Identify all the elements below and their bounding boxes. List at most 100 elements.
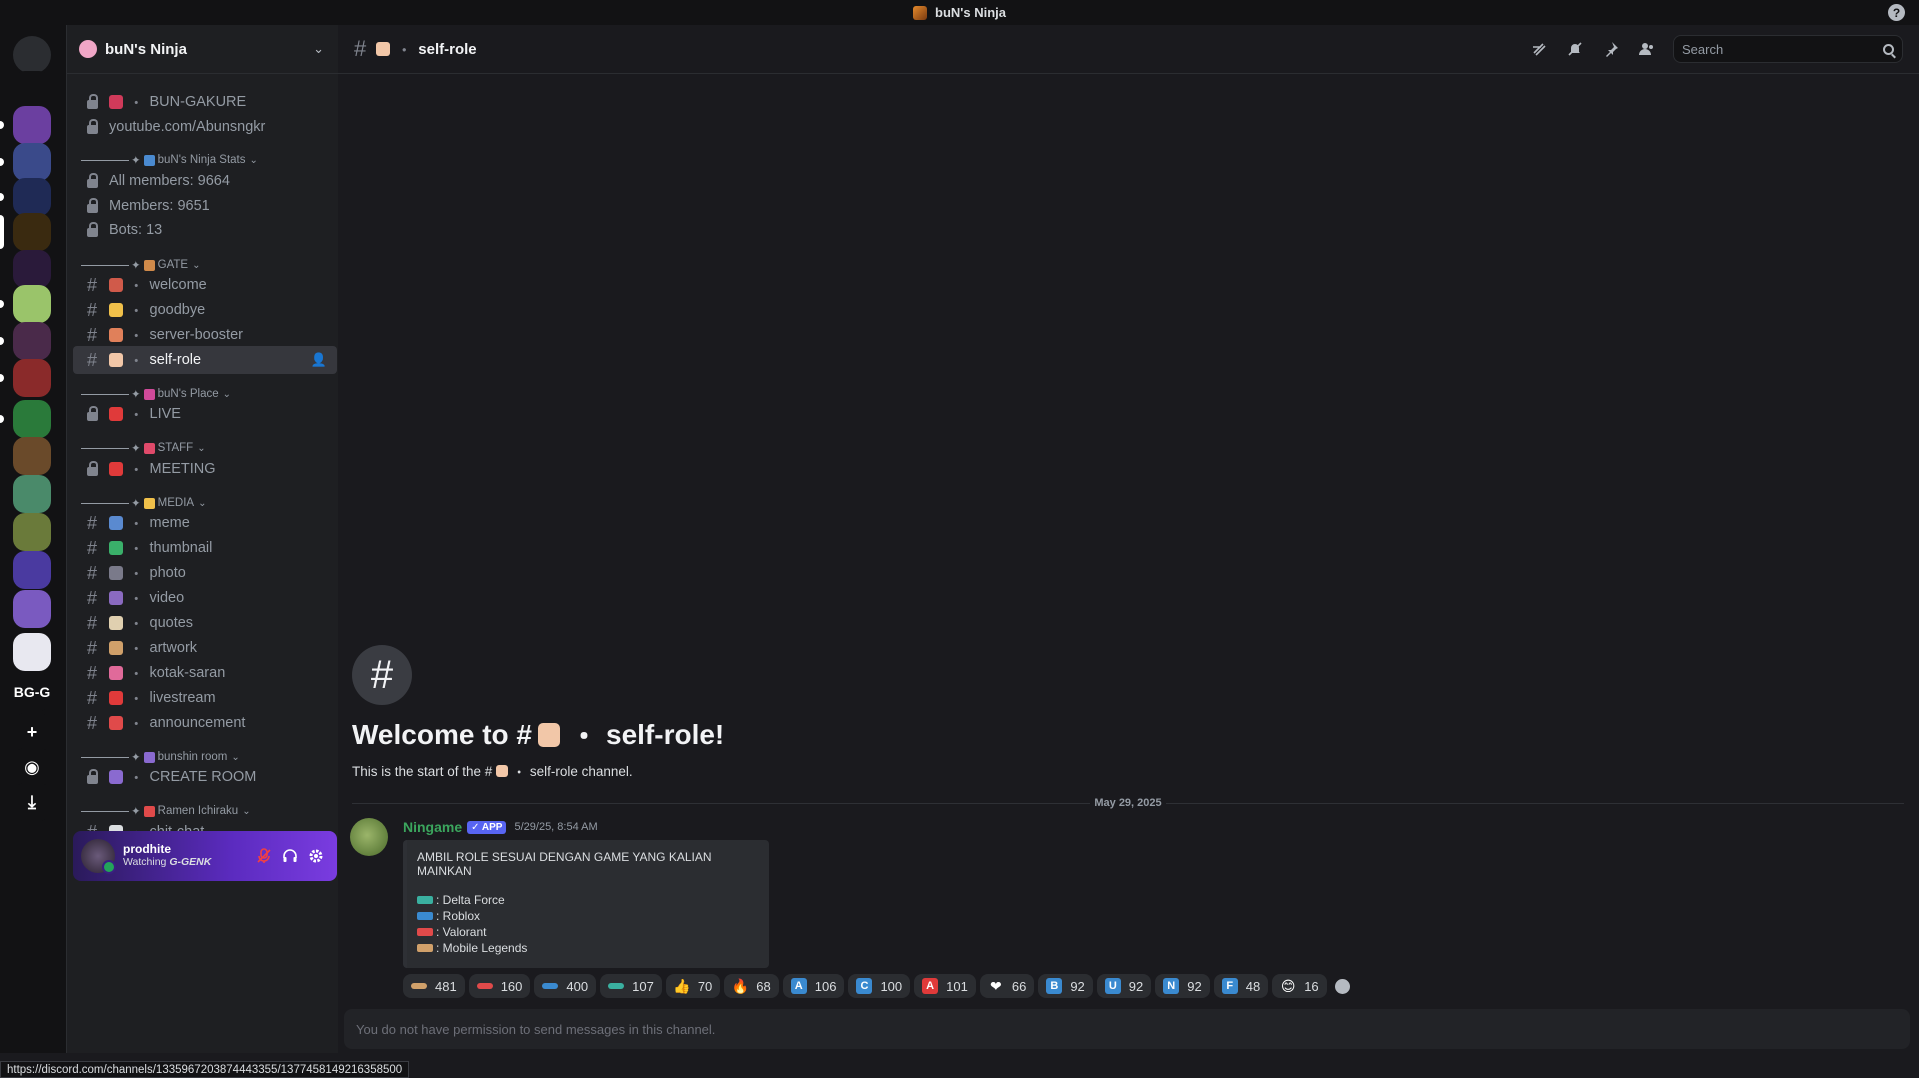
gear-icon[interactable]	[303, 843, 329, 869]
reaction[interactable]: N 92	[1155, 974, 1210, 998]
category-header[interactable]: ✦ STAFF ⌄	[81, 440, 331, 456]
server-icon-dms[interactable]	[13, 36, 51, 74]
embed-role-row: : Delta Force	[417, 892, 757, 908]
server-icon-notif[interactable]	[13, 71, 51, 109]
reaction-emoji-icon	[608, 983, 625, 989]
server-icon-s4[interactable]	[13, 213, 51, 251]
channel-item[interactable]: # ・ server-booster	[73, 321, 337, 349]
user-info[interactable]: prodhite Watching G-GENK	[123, 843, 251, 869]
server-icon-s8[interactable]	[13, 359, 51, 397]
search-input[interactable]	[1682, 41, 1883, 57]
app-badge: ✓ APP	[467, 820, 507, 834]
channel-item[interactable]: ・ MEETING	[73, 455, 337, 483]
threads-icon[interactable]	[1521, 37, 1557, 61]
channel-item[interactable]: # ・ artwork	[73, 634, 337, 662]
add-reaction-icon[interactable]	[1331, 974, 1355, 998]
discover-icon[interactable]: ◉	[13, 748, 51, 786]
reaction[interactable]: A 106	[782, 974, 845, 998]
channel-item[interactable]: # ・ welcome	[73, 271, 337, 299]
server-icon-s14[interactable]	[13, 590, 51, 628]
message-author[interactable]: Ningame	[403, 819, 462, 835]
reaction[interactable]: ❤ 66	[979, 974, 1035, 998]
channel-item[interactable]: # ・ thumbnail	[73, 534, 337, 562]
headphones-icon[interactable]	[277, 843, 303, 869]
reaction[interactable]: 107	[600, 974, 662, 998]
channel-item[interactable]: All members: 9664	[73, 167, 337, 195]
server-icon-s16[interactable]: BG-G	[13, 673, 51, 711]
unread-pill	[0, 374, 4, 382]
chevron-down-icon: ⌄	[192, 259, 201, 271]
server-icon-s10[interactable]	[13, 437, 51, 475]
download-icon[interactable]: ⤓	[13, 783, 51, 821]
reaction-count: 106	[814, 978, 837, 994]
server-icon-s11[interactable]	[13, 475, 51, 513]
server-icon-s15[interactable]	[13, 633, 51, 671]
channel-item[interactable]: # ・ quotes	[73, 609, 337, 637]
hash-icon: #	[354, 36, 367, 61]
hash-icon: #	[86, 662, 97, 683]
server-icon-s7[interactable]	[13, 322, 51, 360]
reaction[interactable]: 😊 16	[1272, 974, 1327, 998]
channel-separator: ・	[129, 462, 144, 479]
avatar[interactable]	[81, 839, 116, 874]
hash-icon: #	[86, 512, 97, 533]
channel-item[interactable]: # ・ meme	[73, 509, 337, 537]
channel-item[interactable]: # ・ livestream	[73, 684, 337, 712]
chevron-down-icon: ⌄	[242, 805, 251, 817]
invite-member-icon[interactable]: 👤	[311, 352, 327, 368]
member-list-icon[interactable]	[1629, 37, 1665, 61]
server-icon-s6[interactable]	[13, 285, 51, 323]
channel-emoji-icon	[109, 516, 123, 530]
reaction[interactable]: 481	[403, 974, 465, 998]
mute-mic-icon[interactable]	[251, 843, 277, 869]
reaction-emoji-icon: 👍	[673, 977, 691, 994]
notification-bell-muted-icon[interactable]	[1557, 37, 1593, 61]
channel-name: CREATE ROOM	[149, 769, 257, 785]
help-icon[interactable]: ?	[1888, 4, 1905, 21]
category-line	[81, 264, 129, 266]
reaction[interactable]: B 92	[1038, 974, 1093, 998]
channel-item[interactable]: # ・ video	[73, 584, 337, 612]
server-icon-s1[interactable]	[13, 106, 51, 144]
category-name: MEDIA	[157, 497, 195, 509]
reaction[interactable]: U 92	[1096, 974, 1152, 998]
reaction[interactable]: 160	[468, 974, 531, 998]
channel-separator: ・	[129, 616, 144, 633]
server-icon-s2[interactable]	[13, 143, 51, 181]
channel-emoji-icon	[109, 691, 123, 705]
search-box[interactable]	[1673, 35, 1903, 63]
reaction[interactable]: C 100	[848, 974, 911, 998]
category-header[interactable]: ✦ Ramen Ichiraku ⌄	[81, 803, 331, 819]
channel-item[interactable]: # ・ photo	[73, 559, 337, 587]
server-icon-s12[interactable]	[13, 513, 51, 551]
channel-item[interactable]: # ・ kotak-saran	[73, 659, 337, 687]
channel-item[interactable]: # ・ announcement	[73, 709, 337, 737]
category-header[interactable]: ✦ buN's Ninja Stats ⌄	[81, 152, 331, 168]
channel-item[interactable]: Bots: 13	[73, 216, 337, 244]
category-line	[81, 159, 129, 161]
channel-item[interactable]: ・ BUN-GAKURE	[73, 88, 337, 116]
add-server-icon[interactable]: +	[13, 713, 51, 751]
server-icon-s5[interactable]	[13, 250, 51, 288]
channel-item[interactable]: ・ CREATE ROOM	[73, 763, 337, 791]
category-emoji-icon	[143, 497, 155, 509]
hash-icon: #	[86, 274, 97, 295]
server-icon-s3[interactable]	[13, 178, 51, 216]
avatar[interactable]	[350, 818, 388, 856]
reaction[interactable]: A 101	[914, 974, 976, 998]
reaction[interactable]: F 48	[1213, 974, 1269, 998]
reaction[interactable]: 👍 70	[665, 974, 721, 998]
channel-item[interactable]: youtube.com/Abunsngkr	[73, 113, 337, 141]
channel-item[interactable]: # ・ goodbye	[73, 296, 337, 324]
pin-icon[interactable]	[1593, 37, 1629, 61]
channel-item[interactable]: # ・ self-role 👤	[73, 346, 337, 374]
role-label: : Delta Force	[436, 893, 505, 907]
guild-header[interactable]: buN's Ninja ⌄	[67, 25, 338, 74]
reaction[interactable]: 🔥 68	[724, 974, 779, 998]
welcome-desc-suffix: self-role channel.	[529, 763, 633, 779]
channel-item[interactable]: ・ LIVE	[73, 400, 337, 428]
reaction[interactable]: 400	[534, 974, 597, 998]
server-icon-s9[interactable]	[13, 400, 51, 438]
server-icon-s13[interactable]	[13, 551, 51, 589]
composer-notice: You do not have permission to send messa…	[356, 1021, 716, 1037]
